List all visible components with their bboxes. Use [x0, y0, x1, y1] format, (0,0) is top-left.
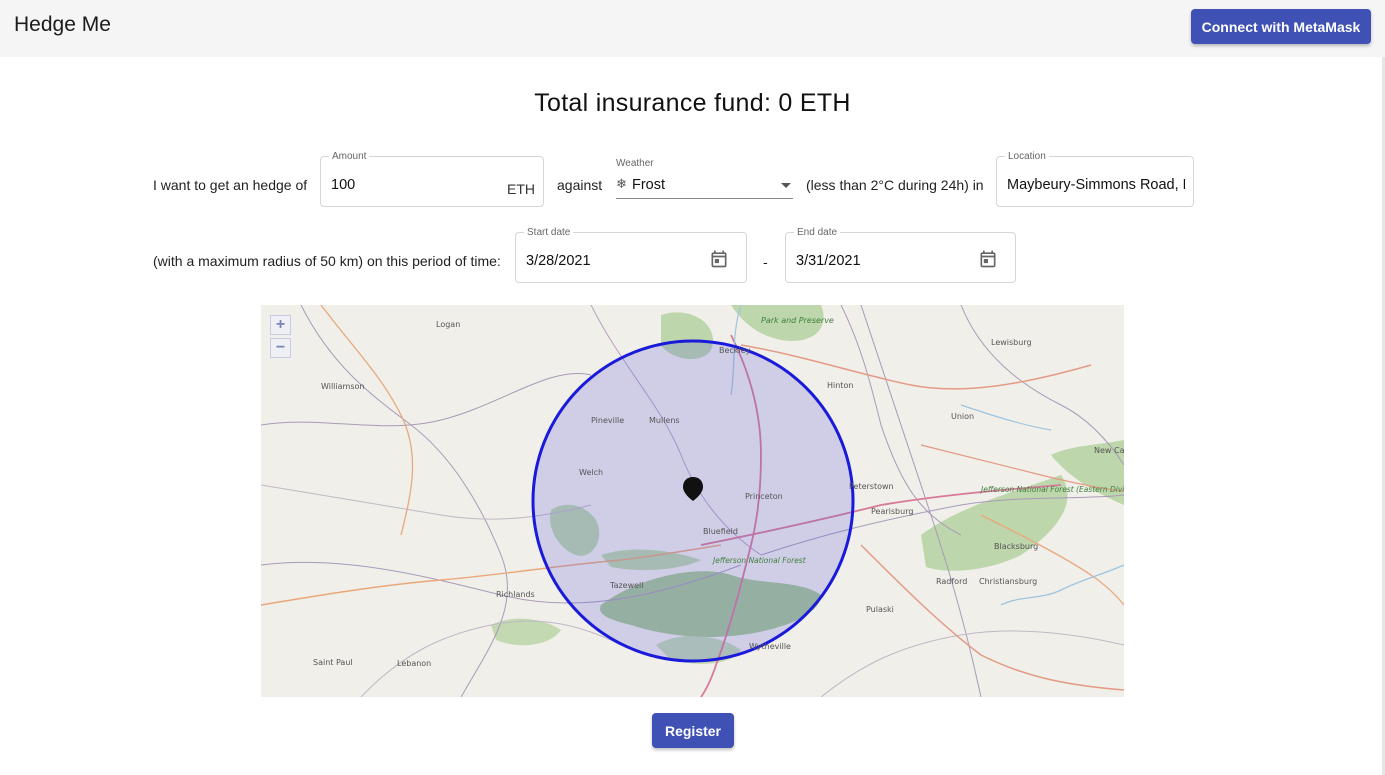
place-label: Wytheville — [749, 642, 791, 651]
end-date-input[interactable]: 3/31/2021 — [796, 253, 861, 269]
connect-metamask-button[interactable]: Connect with MetaMask — [1191, 9, 1371, 44]
place-label: Logan — [436, 320, 460, 329]
map-road — [261, 373, 592, 427]
end-date-label: End date — [794, 227, 841, 238]
place-label: Welch — [579, 468, 603, 477]
app-bar: Hedge Me Connect with MetaMask — [0, 0, 1385, 57]
zoom-out-button[interactable]: − — [270, 338, 291, 358]
zoom-in-button[interactable]: + — [270, 315, 291, 335]
location-field[interactable]: Location Maybeury-Simmons Road, Maybeury — [996, 151, 1194, 207]
amount-unit: ETH — [507, 181, 535, 197]
place-label: Lebanon — [397, 659, 431, 668]
amount-label: Amount — [329, 151, 370, 162]
place-label: Princeton — [745, 492, 783, 501]
map-road — [300, 305, 508, 697]
weather-select[interactable]: Weather ❄ Frost — [616, 158, 793, 199]
place-label: Saint Paul — [313, 658, 353, 667]
chevron-down-icon[interactable] — [781, 183, 791, 188]
place-label: Williamson — [321, 382, 364, 391]
app-title: Hedge Me — [14, 13, 111, 36]
map-road — [960, 305, 1124, 466]
place-label: Christiansburg — [979, 577, 1037, 586]
place-label: Jefferson National Forest — [711, 556, 807, 565]
amount-field[interactable]: Amount 100 ETH — [320, 151, 544, 207]
start-date-label: Start date — [524, 227, 574, 238]
start-date-field[interactable]: Start date 3/28/2021 — [515, 227, 747, 283]
weather-value: Frost — [632, 177, 666, 193]
map-road — [820, 630, 1124, 697]
location-input[interactable]: Maybeury-Simmons Road, Maybeury — [1007, 177, 1185, 193]
map-highway — [320, 305, 414, 536]
place-label: Richlands — [496, 590, 535, 599]
map-road — [860, 305, 982, 697]
map-road — [840, 305, 962, 536]
start-date-input[interactable]: 3/28/2021 — [526, 253, 591, 269]
place-label: Tazewell — [609, 581, 644, 590]
location-label: Location — [1005, 151, 1049, 162]
place-label: Peterstown — [849, 482, 894, 491]
insurance-fund-total: Total insurance fund: 0 ETH — [534, 89, 851, 117]
place-label: New Castle — [1094, 446, 1124, 455]
place-label: Jefferson National Forest (Eastern Divid… — [979, 485, 1124, 494]
place-label: Pulaski — [866, 605, 894, 614]
condition-text: (less than 2°C during 24h) in — [806, 177, 984, 193]
place-label: Park and Preserve — [761, 316, 834, 325]
amount-input[interactable]: 100 — [331, 177, 355, 193]
place-label: Beckley — [719, 346, 751, 355]
hedge-intro-text: I want to get an hedge of — [153, 177, 308, 193]
place-label: Radford — [936, 577, 967, 586]
weather-label: Weather — [616, 158, 654, 169]
place-label: Bluefield — [703, 527, 738, 536]
map-highway — [860, 544, 1124, 691]
end-date-field[interactable]: End date 3/31/2021 — [785, 227, 1016, 283]
place-label: Pearisburg — [871, 507, 913, 516]
calendar-icon[interactable] — [978, 249, 998, 269]
place-label: Blacksburg — [994, 542, 1038, 551]
map-tiles: Logan Williamson Beckley Lewisburg Hinto… — [261, 305, 1124, 697]
map-river — [960, 404, 1052, 431]
against-text: against — [557, 177, 603, 193]
place-label: Hinton — [827, 381, 853, 390]
snowflake-icon: ❄ — [616, 176, 627, 191]
map[interactable]: Logan Williamson Beckley Lewisburg Hinto… — [261, 305, 1124, 697]
date-separator: - — [763, 254, 768, 270]
place-label: Union — [951, 412, 974, 421]
place-label: Lewisburg — [991, 338, 1032, 347]
calendar-icon[interactable] — [709, 249, 729, 269]
place-label: Mullens — [649, 416, 680, 425]
register-button[interactable]: Register — [652, 713, 734, 748]
place-label: Pineville — [591, 416, 624, 425]
radius-text: (with a maximum radius of 50 km) on this… — [153, 253, 501, 269]
